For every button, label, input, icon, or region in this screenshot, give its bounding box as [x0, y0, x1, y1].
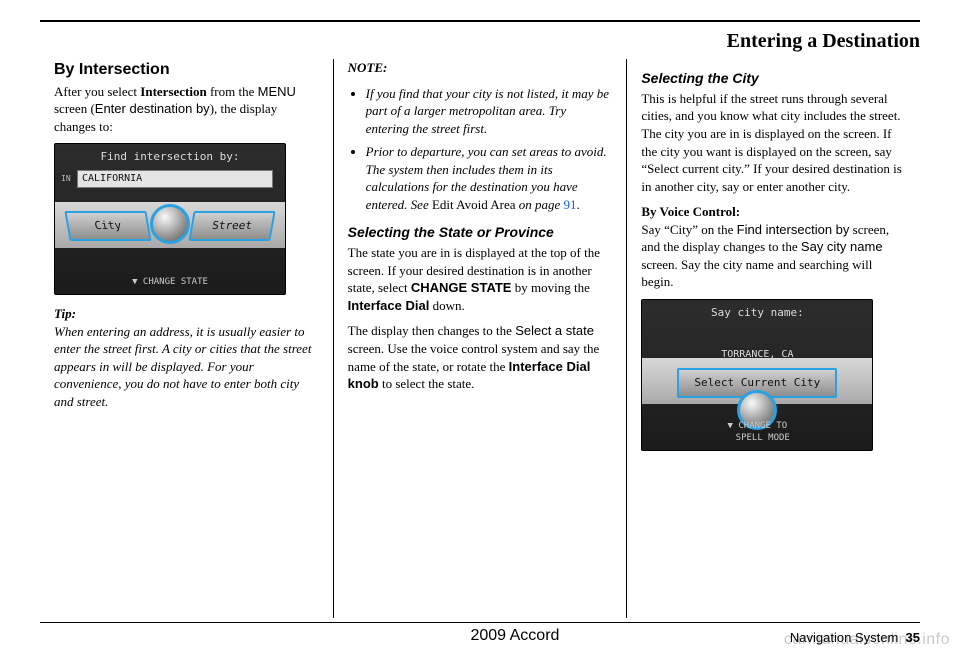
note-label-line: NOTE:: [348, 59, 613, 77]
manual-page: Entering a Destination By Intersection A…: [0, 0, 960, 655]
interface-dial-icon: [150, 204, 190, 244]
note-label: NOTE:: [348, 60, 388, 75]
text: from the: [207, 84, 258, 99]
tip-body: When entering an address, it is usually …: [54, 324, 311, 409]
tip-label: Tip:: [54, 306, 76, 321]
text: screen (: [54, 101, 95, 116]
change-to-spell-label: ▼ CHANGE TO SPELL MODE: [642, 420, 872, 444]
kw-menu: MENU: [258, 84, 296, 99]
kw-find-intersection-by: Find intersection by: [737, 222, 850, 237]
state-readout: CALIFORNIA: [77, 170, 273, 188]
note-list: If you find that your city is not listed…: [348, 85, 613, 214]
kw-change-state: CHANGE STATE: [411, 280, 512, 295]
kw-interface-dial: Interface Dial: [348, 298, 430, 313]
change-state-label: ▼ CHANGE STATE: [55, 276, 285, 288]
city-button[interactable]: City: [64, 211, 151, 241]
in-label: IN: [61, 174, 71, 185]
note-item-1: If you find that your city is not listed…: [366, 85, 613, 138]
heading-selecting-state: Selecting the State or Province: [348, 223, 613, 242]
voice-control-label: By Voice Control:: [641, 204, 740, 219]
column-2: NOTE: If you find that your city is not …: [333, 59, 627, 618]
text: Say “City” on the: [641, 222, 736, 237]
street-button[interactable]: Street: [188, 211, 275, 241]
city-paragraph-1: This is helpful if the street runs throu…: [641, 90, 906, 195]
page-frame: Entering a Destination By Intersection A…: [40, 20, 920, 645]
kw-enter-destination-by: Enter destination by: [95, 101, 210, 116]
kw-edit-avoid-area: Edit Avoid Area: [432, 197, 516, 212]
kw-intersection: Intersection: [140, 84, 206, 99]
text: on page: [516, 197, 564, 212]
nav-screen-find-intersection: Find intersection by: IN CALIFORNIA City…: [54, 143, 286, 295]
header-rule: Entering a Destination: [40, 21, 920, 59]
intro-paragraph: After you select Intersection from the M…: [54, 83, 319, 136]
text: by moving the: [511, 280, 589, 295]
text: After you select: [54, 84, 140, 99]
footer-model-year: 2009 Accord: [240, 627, 790, 645]
state-paragraph-2: The display then changes to the Select a…: [348, 322, 613, 392]
text: .: [577, 197, 580, 212]
nav-screen-say-city: Say city name: TORRANCE, CA Select Curre…: [641, 299, 873, 451]
tip-block: Tip: When entering an address, it is usu…: [54, 305, 319, 410]
column-3: Selecting the City This is helpful if th…: [626, 59, 920, 618]
text: The display then changes to the: [348, 323, 516, 338]
watermark: carmanualsonline.info: [784, 631, 950, 649]
kw-select-a-state: Select a state: [515, 323, 594, 338]
heading-by-intersection: By Intersection: [54, 59, 319, 81]
screen-title: Find intersection by:: [55, 144, 285, 171]
column-layout: By Intersection After you select Interse…: [40, 59, 920, 618]
page-link-91[interactable]: 91: [564, 197, 577, 212]
column-1: By Intersection After you select Interse…: [40, 59, 333, 618]
text: down.: [429, 298, 464, 313]
heading-selecting-city: Selecting the City: [641, 69, 906, 88]
voice-control-block: By Voice Control: Say “City” on the Find…: [641, 203, 906, 291]
state-paragraph-1: The state you are in is displayed at the…: [348, 244, 613, 314]
text: to select the state.: [379, 376, 475, 391]
kw-say-city-name: Say city name: [801, 239, 883, 254]
screen-title: Say city name:: [642, 300, 872, 327]
note-item-2: Prior to departure, you can set areas to…: [366, 143, 613, 213]
text: screen. Say the city name and searching …: [641, 257, 872, 290]
page-title: Entering a Destination: [727, 30, 920, 53]
